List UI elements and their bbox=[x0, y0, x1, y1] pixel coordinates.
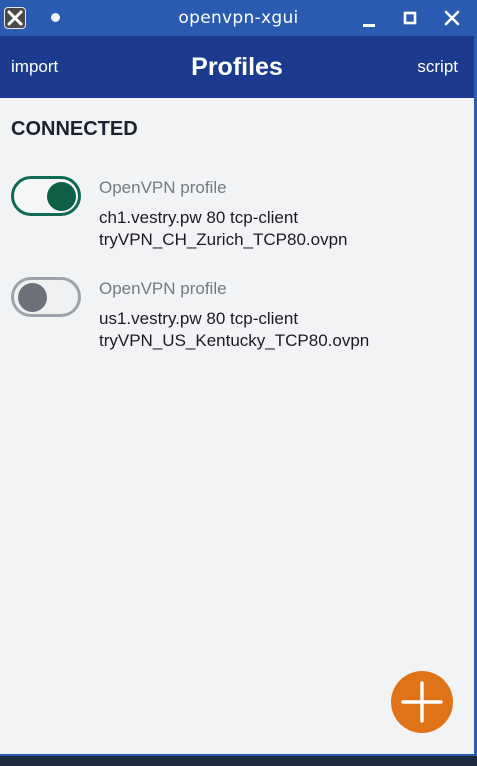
profile-server: us1.vestry.pw 80 tcp-client bbox=[99, 309, 299, 328]
profile-server: ch1.vestry.pw 80 tcp-client bbox=[99, 208, 299, 227]
profile-toggle[interactable] bbox=[11, 176, 81, 216]
profile-file: tryVPN_CH_Zurich_TCP80.ovpn bbox=[99, 230, 348, 249]
title-bar[interactable]: openvpn-xgui bbox=[0, 0, 477, 36]
profiles-content: CONNECTED OpenVPN profile ch1.vestry.pw … bbox=[0, 98, 474, 754]
add-profile-button[interactable] bbox=[391, 671, 453, 733]
profile-file: tryVPN_US_Kentucky_TCP80.ovpn bbox=[99, 331, 370, 350]
script-button[interactable]: script bbox=[417, 36, 458, 98]
profile-type: OpenVPN profile bbox=[99, 279, 227, 298]
profile-type: OpenVPN profile bbox=[99, 178, 227, 197]
close-icon[interactable] bbox=[438, 4, 466, 32]
toggle-knob bbox=[18, 283, 47, 312]
profile-toggle[interactable] bbox=[11, 277, 81, 317]
app-window: openvpn-xgui import Profiles script CONN… bbox=[0, 0, 477, 766]
app-header: import Profiles script bbox=[0, 36, 474, 98]
toggle-knob bbox=[47, 182, 76, 211]
maximize-icon[interactable] bbox=[396, 4, 424, 32]
page-title: Profiles bbox=[191, 53, 283, 81]
section-title: CONNECTED bbox=[11, 118, 138, 140]
profile-item[interactable]: OpenVPN profile ch1.vestry.pw 80 tcp-cli… bbox=[0, 176, 474, 256]
profile-item[interactable]: OpenVPN profile us1.vestry.pw 80 tcp-cli… bbox=[0, 277, 474, 357]
minimize-icon[interactable] bbox=[355, 4, 383, 32]
window-border bbox=[0, 754, 474, 756]
plus-icon bbox=[401, 681, 443, 723]
